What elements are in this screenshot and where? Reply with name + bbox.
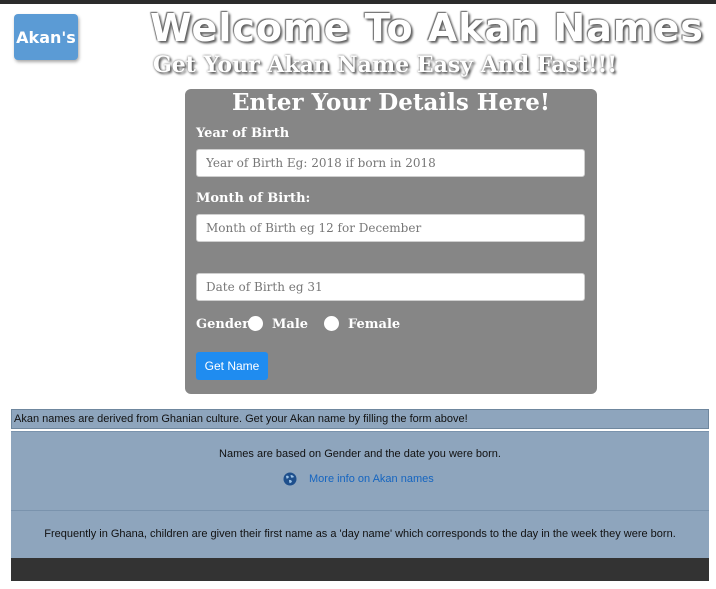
footer: [11, 558, 709, 581]
info-strip: Akan names are derived from Ghanian cult…: [11, 409, 709, 429]
fact-text: Frequently in Ghana, children are given …: [44, 528, 676, 540]
page-subtitle: Get Your Akan Name Easy And Fast!!!: [153, 52, 617, 78]
month-of-birth-input[interactable]: [196, 214, 585, 242]
info-text: Names are based on Gender and the date y…: [219, 448, 501, 460]
page-title: Welcome To Akan Names: [150, 6, 704, 50]
fact-box: Frequently in Ghana, children are given …: [11, 510, 709, 559]
info-box: Names are based on Gender and the date y…: [11, 431, 709, 510]
year-label: Year of Birth: [196, 126, 290, 141]
year-of-birth-input[interactable]: [196, 149, 585, 177]
logo[interactable]: Akan's: [14, 14, 78, 60]
male-label: Male: [272, 317, 309, 332]
globe-icon: [283, 472, 297, 486]
details-form: Enter Your Details Here! Year of Birth M…: [185, 89, 597, 394]
more-info-link[interactable]: More info on Akan names: [283, 471, 434, 487]
more-info-link-text[interactable]: More info on Akan names: [309, 473, 434, 485]
male-radio[interactable]: [248, 316, 263, 331]
get-name-button[interactable]: Get Name: [196, 352, 268, 380]
date-of-birth-input[interactable]: [196, 273, 585, 301]
month-label: Month of Birth:: [196, 191, 311, 206]
form-heading: Enter Your Details Here!: [232, 89, 550, 116]
female-label: Female: [348, 317, 401, 332]
female-radio[interactable]: [324, 316, 339, 331]
gender-label: Gender: [196, 317, 250, 332]
top-bar: [0, 0, 716, 4]
